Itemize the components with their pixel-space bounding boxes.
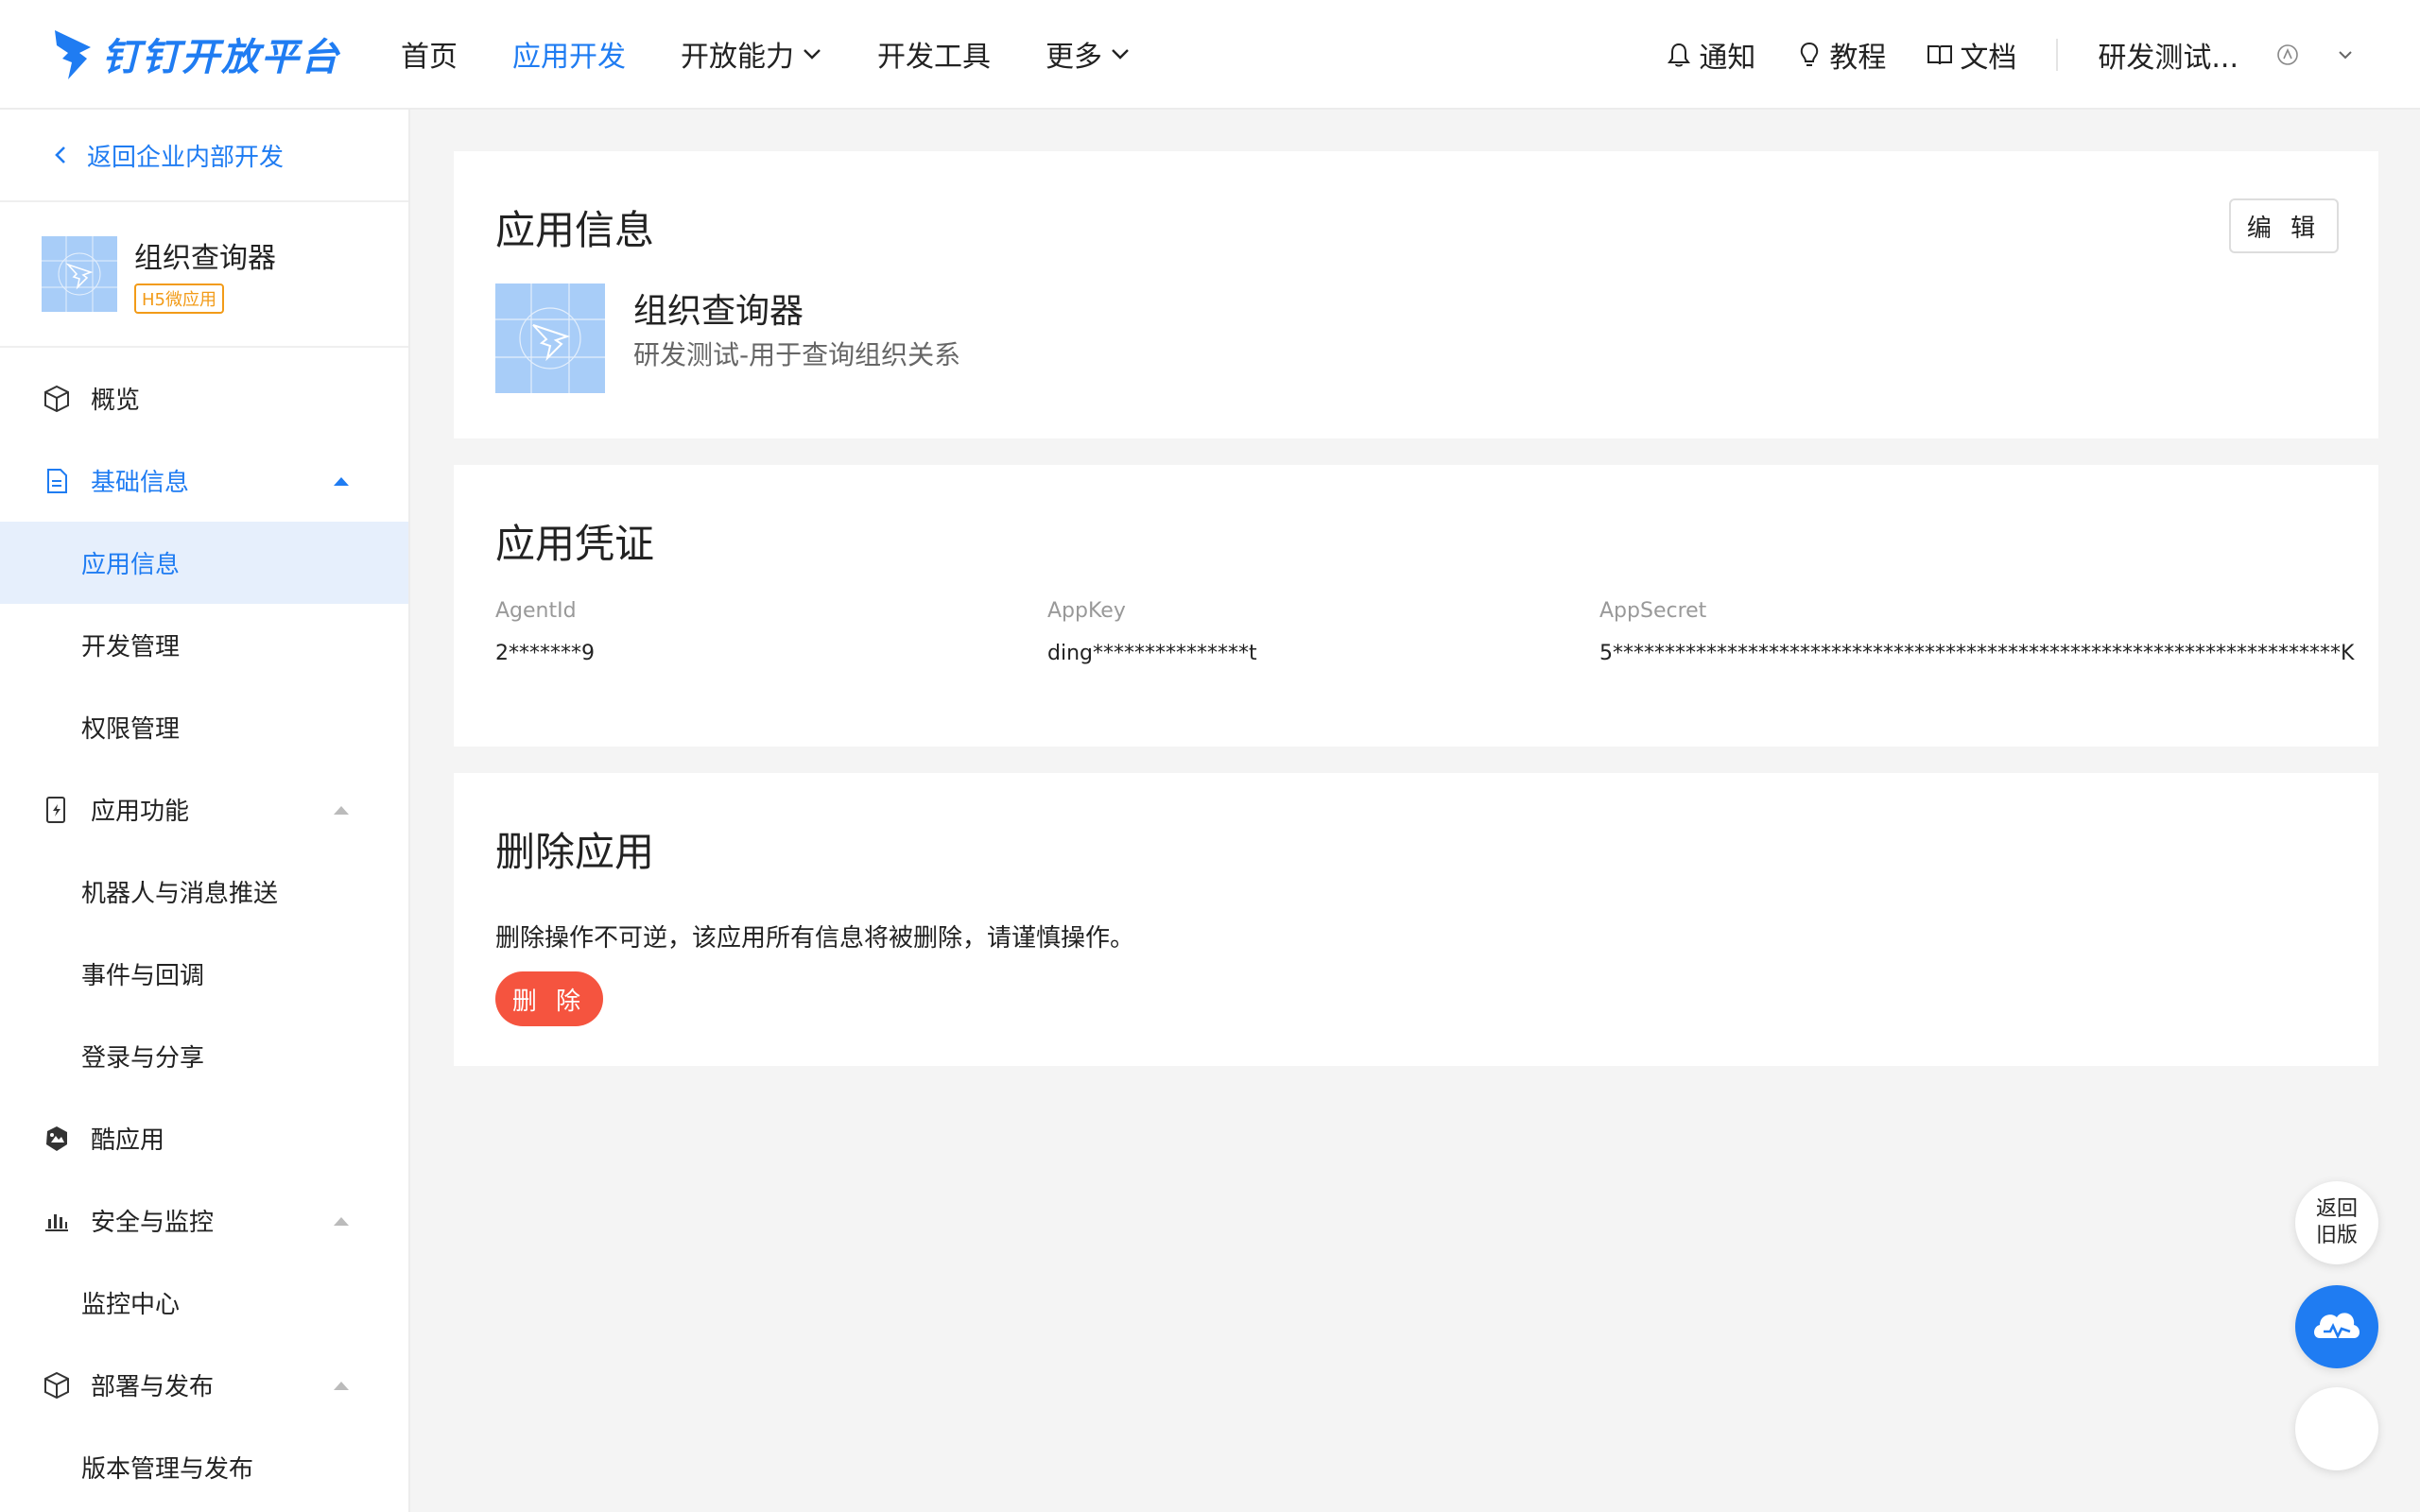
app-icon <box>42 236 117 312</box>
book-icon <box>1927 45 1953 65</box>
app-info-card: 应用信息 编 辑 组织查询器 研发测试-用于查询组织关系 <box>454 151 2378 438</box>
app-secret-field: AppSecret 5*****************************… <box>1599 599 2354 665</box>
menu-label: 部署与发布 <box>91 1373 215 1401</box>
sidebar: 返回企业内部开发 组织查询器 H5微应用 概览 基础信息 应用信息 开发管理 权… <box>0 110 410 1512</box>
nav-right: 通知 教程 文档 研发测试... <box>1665 0 2420 110</box>
nav-open-capability[interactable]: 开放能力 <box>681 33 822 75</box>
assistant-button[interactable] <box>2295 1285 2378 1368</box>
bulb-icon <box>1801 42 1819 66</box>
app-secret-value[interactable]: 5***************************************… <box>1599 642 2354 665</box>
scroll-top-button[interactable] <box>2295 1387 2378 1470</box>
assistant-icon <box>2314 1313 2360 1340</box>
sidebar-app-name: 组织查询器 <box>134 242 276 275</box>
nav-more[interactable]: 更多 <box>1046 33 1131 75</box>
phone-bolt-icon <box>46 796 65 823</box>
nav-app-dev[interactable]: 应用开发 <box>512 33 626 75</box>
agent-id-value[interactable]: 2*******9 <box>495 642 595 665</box>
sidebar-item-security[interactable]: 安全与监控 <box>0 1179 408 1262</box>
caret-up-icon <box>334 1216 349 1226</box>
menu-label: 安全与监控 <box>91 1209 215 1237</box>
app-secret-label: AppSecret <box>1599 599 1707 623</box>
caret-up-icon <box>334 805 349 815</box>
app-key-field: AppKey ding***************t <box>1047 599 1257 665</box>
credentials-card: 应用凭证 AgentId 2*******9 AppKey ding******… <box>454 465 2378 747</box>
caret-up-icon <box>334 1381 349 1390</box>
chevron-down-icon[interactable] <box>2337 46 2354 63</box>
tutorial-link[interactable]: 教程 <box>1795 34 1886 76</box>
docs-link[interactable]: 文档 <box>1926 34 2016 76</box>
docs-label: 文档 <box>1960 42 2017 75</box>
app-description: 研发测试-用于查询组织关系 <box>633 339 961 370</box>
nav-divider <box>2056 39 2059 71</box>
delete-title: 删除应用 <box>495 829 655 875</box>
nav-label: 开放能力 <box>681 41 794 74</box>
back-to-internal-dev[interactable]: 返回企业内部开发 <box>0 110 408 202</box>
edit-button[interactable]: 编 辑 <box>2229 198 2339 253</box>
agent-id-label: AgentId <box>495 599 577 623</box>
sidebar-item-app-features[interactable]: 应用功能 <box>0 768 408 850</box>
avatar-icon[interactable] <box>2276 43 2299 66</box>
sidebar-item-overview[interactable]: 概览 <box>0 357 408 439</box>
nav-label: 更多 <box>1046 41 1102 74</box>
nav-label: 应用开发 <box>512 41 626 74</box>
nav-label: 开发工具 <box>877 41 991 74</box>
agent-id-field: AgentId 2*******9 <box>495 599 595 665</box>
user-name[interactable]: 研发测试... <box>2098 34 2238 76</box>
chevron-down-icon <box>1112 49 1129 60</box>
main-nav: 首页 应用开发 开放能力 开发工具 更多 <box>401 33 1185 75</box>
sidebar-item-monitor-center[interactable]: 监控中心 <box>0 1262 408 1344</box>
sidebar-menu: 概览 基础信息 应用信息 开发管理 权限管理 应用功能 机器人与消息推送 事件与… <box>0 348 408 1508</box>
sidebar-item-version-release[interactable]: 版本管理与发布 <box>0 1426 408 1508</box>
nav-label: 首页 <box>401 41 458 74</box>
app-type-badge: H5微应用 <box>134 284 224 314</box>
brand[interactable]: 钉钉开放平台 <box>51 26 372 81</box>
cube-icon <box>44 385 69 412</box>
app-icon <box>495 284 605 393</box>
sidebar-item-permission[interactable]: 权限管理 <box>0 686 408 768</box>
chevron-left-icon <box>55 146 65 163</box>
delete-app-card: 删除应用 删除操作不可逆，该应用所有信息将被删除，请谨慎操作。 删 除 <box>454 773 2378 1066</box>
sidebar-app-card: 组织查询器 H5微应用 <box>0 202 408 348</box>
delete-warning: 删除操作不可逆，该应用所有信息将被删除，请谨慎操作。 <box>495 924 1135 953</box>
notify-label: 通知 <box>1699 42 1756 75</box>
sidebar-item-event-callback[interactable]: 事件与回调 <box>0 933 408 1015</box>
back-label: 返回企业内部开发 <box>87 143 285 172</box>
sidebar-item-cool-app[interactable]: 酷应用 <box>0 1097 408 1179</box>
dingtalk-logo-icon <box>55 30 91 79</box>
sidebar-item-app-info[interactable]: 应用信息 <box>0 522 408 604</box>
sidebar-item-basic-info[interactable]: 基础信息 <box>0 439 408 522</box>
sidebar-item-deploy[interactable]: 部署与发布 <box>0 1344 408 1426</box>
nav-home[interactable]: 首页 <box>401 33 458 75</box>
menu-label: 应用功能 <box>91 798 190 826</box>
menu-label: 酷应用 <box>91 1126 165 1155</box>
brand-name: 钉钉开放平台 <box>102 36 340 79</box>
delete-button[interactable]: 删 除 <box>495 971 603 1026</box>
caret-up-icon <box>334 476 349 486</box>
top-navbar: 钉钉开放平台 首页 应用开发 开放能力 开发工具 更多 通知 教程 文档 研发测… <box>0 0 2420 110</box>
document-icon <box>47 468 67 493</box>
sidebar-item-dev-manage[interactable]: 开发管理 <box>0 604 408 686</box>
app-key-label: AppKey <box>1047 599 1126 623</box>
chevron-down-icon <box>804 49 821 60</box>
menu-label: 概览 <box>91 387 141 415</box>
old-version-label: 返回旧版 <box>2315 1197 2358 1247</box>
cube-icon <box>44 1371 69 1399</box>
app-key-value[interactable]: ding***************t <box>1047 642 1257 665</box>
credentials-title: 应用凭证 <box>495 521 655 567</box>
notify-link[interactable]: 通知 <box>1665 34 1755 76</box>
sidebar-item-login-share[interactable]: 登录与分享 <box>0 1015 408 1097</box>
menu-label: 基础信息 <box>91 469 190 497</box>
bell-icon <box>1668 43 1691 67</box>
sidebar-item-robot-message[interactable]: 机器人与消息推送 <box>0 850 408 933</box>
app-name: 组织查询器 <box>633 292 804 331</box>
cool-app-icon <box>46 1125 67 1151</box>
bar-chart-icon <box>45 1213 68 1231</box>
back-to-old-version-button[interactable]: 返回旧版 <box>2295 1181 2378 1264</box>
tutorial-label: 教程 <box>1829 42 1887 75</box>
nav-dev-tools[interactable]: 开发工具 <box>877 33 991 75</box>
app-info-title: 应用信息 <box>495 207 655 253</box>
